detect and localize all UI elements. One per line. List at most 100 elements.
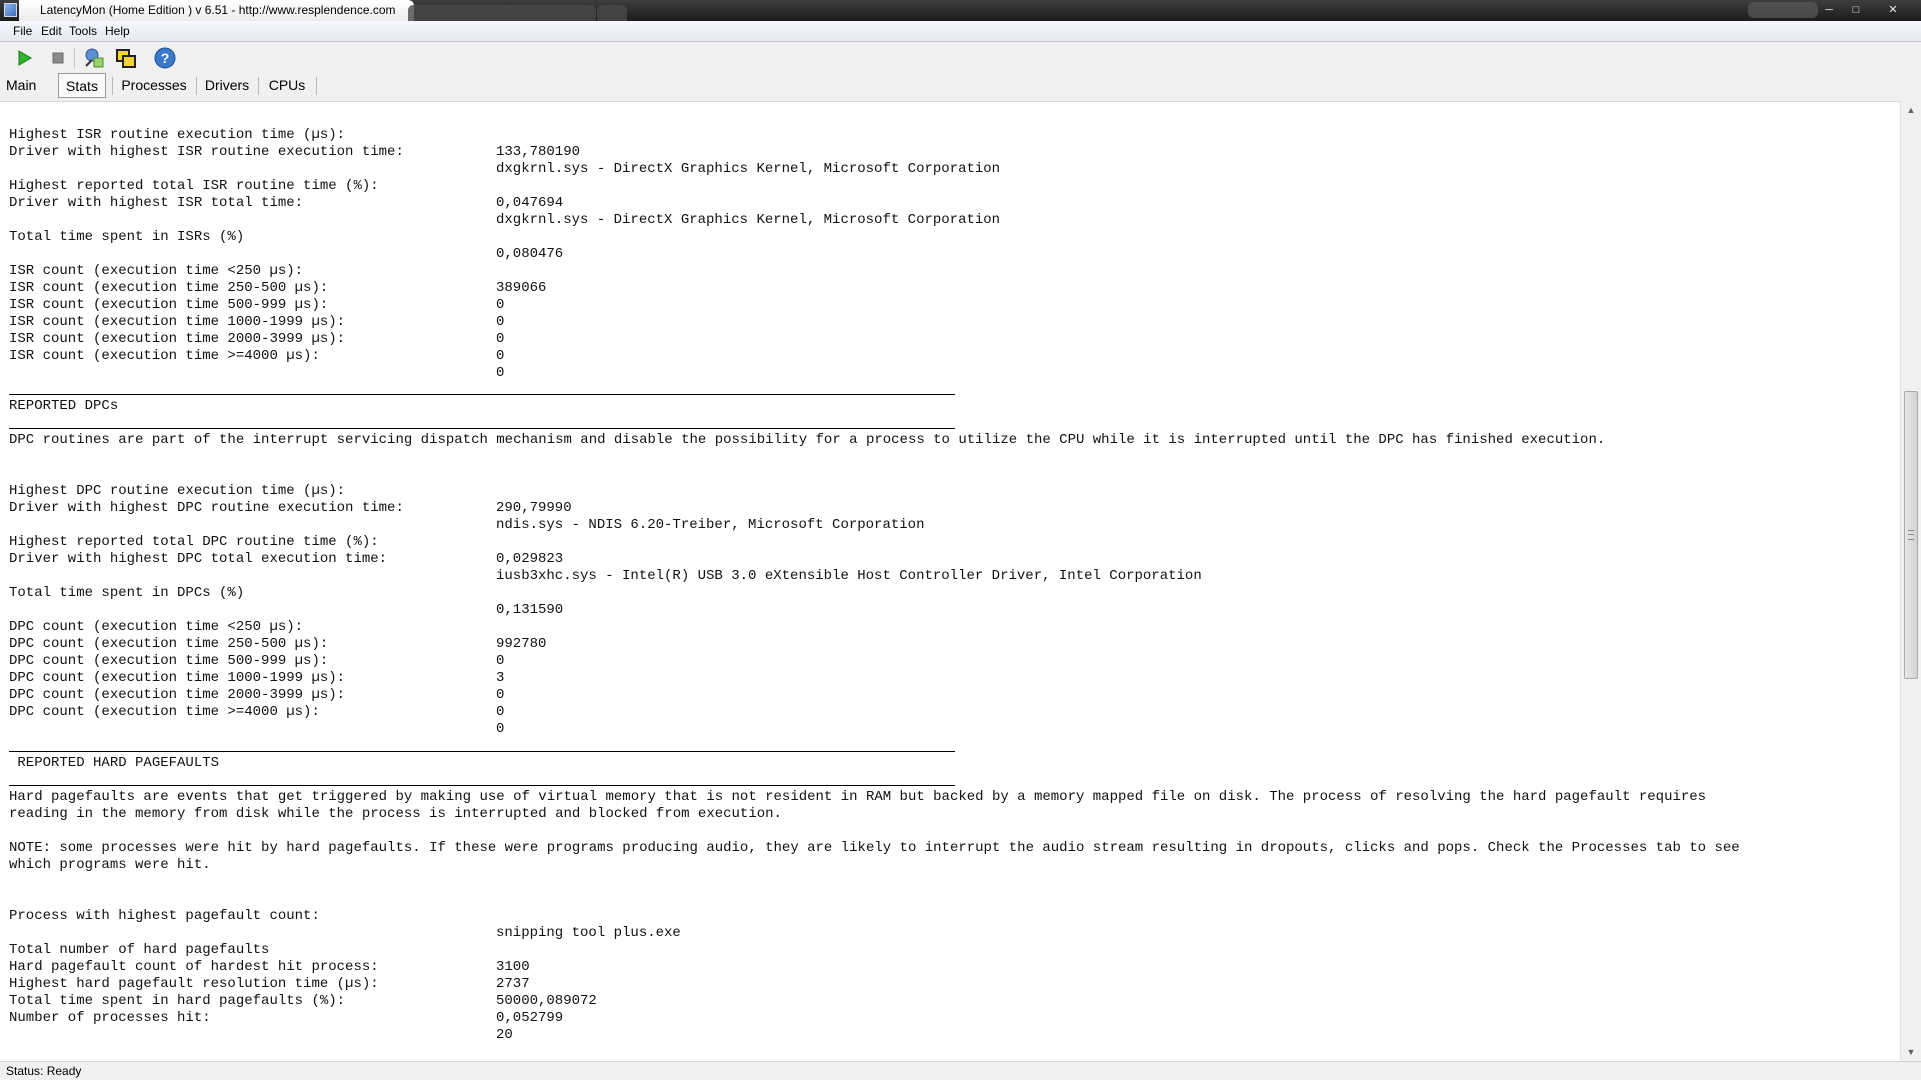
dpc-count-row: DPC count (execution time 500-999 µs): 3 <box>9 636 504 686</box>
titlebar-decoration <box>1748 2 1818 18</box>
dpc-count-value: 3 <box>496 670 505 686</box>
pagefault-stat-value: 2737 <box>496 976 530 992</box>
scroll-down-arrow-icon[interactable]: ▼ <box>1901 1045 1921 1059</box>
title-bar: LatencyMon (Home Edition ) v 6.51 - http… <box>0 0 1921 21</box>
dpc-count-row: DPC count (execution time <250 µs): 9927… <box>9 602 546 652</box>
report-line: Total time spent in DPCs (%) 0,131590 <box>9 568 563 618</box>
isr-count-row: ISR count (execution time 250-500 µs): 0 <box>9 263 504 313</box>
tab-separator <box>112 77 113 95</box>
isr-highest-total-label: Highest reported total ISR routine time … <box>9 178 379 194</box>
pagefault-note: NOTE: some processes were hit by hard pa… <box>9 840 1740 856</box>
pagefault-stat-label: Total time spent in hard pagefaults (%): <box>9 993 346 1009</box>
dpc-count-value: 0 <box>496 721 505 737</box>
isr-count-row: ISR count (execution time 2000-3999 µs):… <box>9 314 504 364</box>
pagefault-stat-label: Number of processes hit: <box>9 1010 211 1026</box>
dpc-driver-highest-exec-value: ndis.sys - NDIS 6.20-Treiber, Microsoft … <box>496 517 925 533</box>
isr-count-label: ISR count (execution time 1000-1999 µs): <box>9 314 346 330</box>
isr-count-value: 0 <box>496 365 505 381</box>
dpc-count-value: 0 <box>496 704 505 720</box>
isr-count-label: ISR count (execution time >=4000 µs): <box>9 348 320 364</box>
pagefault-stat-label: Hard pagefault count of hardest hit proc… <box>9 959 379 975</box>
pagefault-description: Hard pagefaults are events that get trig… <box>9 789 1707 805</box>
stats-report[interactable]: Highest ISR routine execution time (µs):… <box>0 101 1900 1062</box>
report-line: Driver with highest ISR routine executio… <box>9 127 1000 177</box>
stop-button[interactable] <box>46 46 70 70</box>
pagefault-highest-process-value: snipping tool plus.exe <box>496 925 681 941</box>
tab-cpus[interactable]: CPUs <box>265 73 309 98</box>
dpc-count-row: DPC count (execution time 2000-3999 µs):… <box>9 670 504 720</box>
dpc-count-label: DPC count (execution time <250 µs): <box>9 619 304 635</box>
pagefault-stat-value: 50000,089072 <box>496 993 597 1009</box>
dpc-count-label: DPC count (execution time 2000-3999 µs): <box>9 687 346 703</box>
pagefault-highest-process-label: Process with highest pagefault count: <box>9 908 320 924</box>
isr-count-value: 0 <box>496 331 505 347</box>
dpc-description: DPC routines are part of the interrupt s… <box>9 432 1606 448</box>
vertical-scrollbar[interactable]: ▲ ▼ <box>1900 101 1921 1061</box>
isr-highest-exec-value: 133,780190 <box>496 144 581 160</box>
dpc-count-value: 0 <box>496 687 505 703</box>
start-button[interactable] <box>12 46 36 70</box>
dpc-count-value: 0 <box>496 653 505 669</box>
dpc-count-label: DPC count (execution time 1000-1999 µs): <box>9 670 346 686</box>
report-line: Highest reported total ISR routine time … <box>9 161 563 211</box>
background-tab <box>597 5 627 21</box>
title-tab: LatencyMon (Home Edition ) v 6.51 - http… <box>19 0 414 21</box>
dpc-section-header: REPORTED DPCs <box>9 398 119 414</box>
dpc-highest-exec-label: Highest DPC routine execution time (µs): <box>9 483 346 499</box>
help-button[interactable]: ? <box>153 46 177 70</box>
pagefault-stat-row: Number of processes hit: 20 <box>9 993 513 1043</box>
tab-separator <box>196 77 197 95</box>
isr-count-label: ISR count (execution time 2000-3999 µs): <box>9 331 346 347</box>
isr-count-row: ISR count (execution time <250 µs): 3890… <box>9 246 546 296</box>
dpc-driver-highest-total-value: iusb3xhc.sys - Intel(R) USB 3.0 eXtensib… <box>496 568 1202 584</box>
dpc-count-label: DPC count (execution time >=4000 µs): <box>9 704 320 720</box>
isr-driver-highest-total-label: Driver with highest ISR total time: <box>9 195 304 211</box>
isr-count-row: ISR count (execution time >=4000 µs): 0 <box>9 331 504 381</box>
windows-icon <box>116 49 136 68</box>
tab-drivers[interactable]: Drivers <box>202 73 252 98</box>
menu-tools[interactable]: Tools <box>69 24 97 38</box>
windows-button[interactable] <box>114 46 138 70</box>
report-line: Highest ISR routine execution time (µs):… <box>9 110 580 160</box>
processes-button[interactable] <box>82 46 106 70</box>
menu-edit[interactable]: Edit <box>41 24 62 38</box>
minimize-button[interactable]: ─ <box>1818 2 1840 18</box>
dpc-driver-highest-exec-label: Driver with highest DPC routine executio… <box>9 500 404 516</box>
dpc-highest-exec-value: 290,79990 <box>496 500 572 516</box>
menu-file[interactable]: File <box>13 24 32 38</box>
menu-help[interactable]: Help <box>105 24 130 38</box>
scrollbar-thumb[interactable] <box>1904 391 1918 679</box>
pagefault-section-header: REPORTED HARD PAGEFAULTS <box>9 755 220 771</box>
pagefault-stat-row: Total time spent in hard pagefaults (%):… <box>9 976 563 1026</box>
scroll-up-arrow-icon[interactable]: ▲ <box>1901 103 1921 117</box>
isr-count-row: ISR count (execution time 1000-1999 µs):… <box>9 297 504 347</box>
report-line: Total time spent in ISRs (%) 0,080476 <box>9 212 563 262</box>
tab-processes[interactable]: Processes <box>118 73 190 98</box>
report-line: Driver with highest ISR total time: dxgk… <box>9 178 1000 228</box>
report-line: Driver with highest DPC total execution … <box>9 534 1202 584</box>
pagefault-stat-label: Total number of hard pagefaults <box>9 942 270 958</box>
section-divider <box>9 394 955 395</box>
pagefault-note: which programs were hit. <box>9 857 211 873</box>
close-button[interactable]: ✕ <box>1872 2 1914 18</box>
tab-main[interactable]: Main <box>6 73 46 98</box>
report-line: Highest reported total DPC routine time … <box>9 517 563 567</box>
isr-driver-highest-exec-value: dxgkrnl.sys - DirectX Graphics Kernel, M… <box>496 161 1001 177</box>
toolbar-separator <box>74 48 75 68</box>
dpc-driver-highest-total-label: Driver with highest DPC total execution … <box>9 551 388 567</box>
report-line: Driver with highest DPC routine executio… <box>9 483 924 533</box>
pagefault-stat-value: 3100 <box>496 959 530 975</box>
isr-highest-exec-label: Highest ISR routine execution time (µs): <box>9 127 346 143</box>
isr-count-value: 389066 <box>496 280 547 296</box>
tab-stats[interactable]: Stats <box>58 73 106 98</box>
pagefault-stat-value: 0,052799 <box>496 1010 564 1026</box>
isr-count-label: ISR count (execution time 500-999 µs): <box>9 297 329 313</box>
app-icon <box>4 3 17 17</box>
pagefault-description: reading in the memory from disk while th… <box>9 806 782 822</box>
dpc-count-label: DPC count (execution time 500-999 µs): <box>9 653 329 669</box>
window-title: LatencyMon (Home Edition ) v 6.51 - http… <box>40 3 396 17</box>
tab-bar: Main Stats Processes Drivers CPUs <box>0 73 1921 101</box>
pagefault-stat-row: Total number of hard pagefaults 3100 <box>9 925 530 975</box>
maximize-button[interactable]: □ <box>1845 2 1867 18</box>
isr-count-value: 0 <box>496 348 505 364</box>
